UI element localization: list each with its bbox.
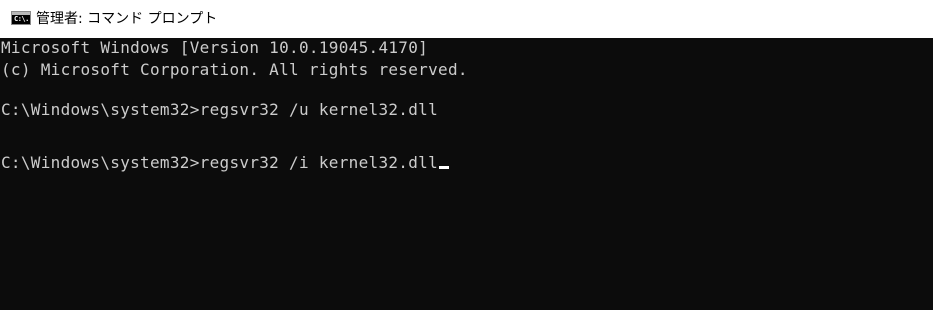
console-line: (c) Microsoft Corporation. All rights re…: [1, 60, 468, 79]
console-output[interactable]: Microsoft Windows [Version 10.0.19045.41…: [0, 38, 933, 310]
text-cursor: [439, 166, 450, 169]
current-command[interactable]: C:\Windows\system32>regsvr32 /i kernel32…: [1, 153, 438, 172]
console-line: Microsoft Windows [Version 10.0.19045.41…: [1, 38, 429, 57]
command-prompt-window: C:\. 管理者: コマンド プロンプト Microsoft Windows […: [0, 0, 933, 310]
title-bar[interactable]: C:\. 管理者: コマンド プロンプト: [0, 0, 933, 38]
console-line: C:\Windows\system32>regsvr32 /u kernel32…: [1, 100, 439, 119]
command-input-line[interactable]: C:\Windows\system32>regsvr32 /i kernel32…: [1, 153, 450, 173]
cmd-icon-text: C:\.: [14, 15, 29, 23]
window-title: 管理者: コマンド プロンプト: [36, 11, 218, 27]
cmd-icon[interactable]: C:\.: [11, 11, 31, 25]
